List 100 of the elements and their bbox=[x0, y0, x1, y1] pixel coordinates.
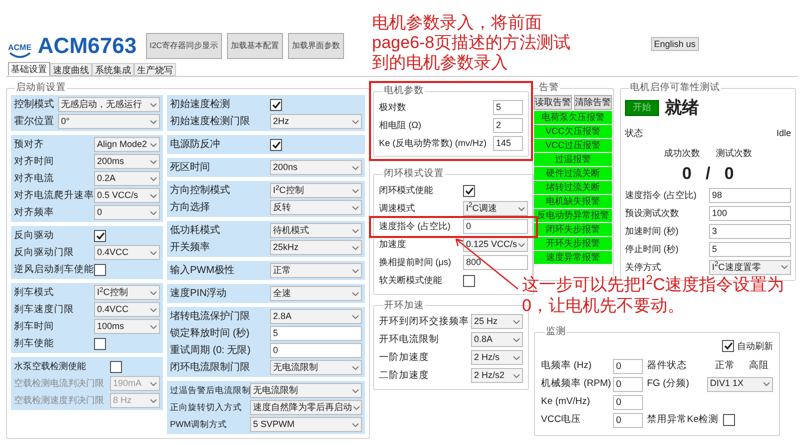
input-field[interactable]: 800 bbox=[463, 255, 528, 270]
dropdown[interactable]: 速度自然降为零后再启动 bbox=[250, 400, 362, 416]
field-label: 关停方式 bbox=[625, 260, 662, 274]
dropdown[interactable]: 5 SVPWM bbox=[250, 417, 362, 432]
state-text: 就绪 bbox=[665, 97, 699, 120]
input-field[interactable]: 100 bbox=[709, 206, 791, 221]
logo-mark: ACME bbox=[8, 44, 32, 52]
field-label: 过温告警后电流限制 bbox=[170, 384, 250, 398]
caret-icon bbox=[513, 374, 520, 378]
dropdown[interactable]: 反转 bbox=[270, 200, 362, 216]
checkbox[interactable] bbox=[94, 338, 106, 350]
dropdown[interactable]: 正常 bbox=[270, 263, 362, 278]
checkbox[interactable] bbox=[722, 414, 735, 426]
toolbar-button[interactable]: 加载基本配置 bbox=[227, 33, 284, 59]
dropdown[interactable]: 200ns bbox=[270, 160, 362, 176]
field-label: 电频率 (Hz) bbox=[541, 358, 593, 373]
dropdown[interactable]: 0.4VCC bbox=[94, 245, 160, 260]
input-field[interactable]: 145 bbox=[493, 136, 523, 151]
dropdown[interactable]: 0 bbox=[94, 205, 160, 220]
checkbox[interactable] bbox=[270, 138, 282, 151]
field-label: 开关频率 bbox=[170, 240, 211, 256]
dropdown[interactable]: 2.8A bbox=[270, 309, 362, 324]
field-label: 反向驱动 bbox=[14, 228, 55, 243]
input-field[interactable]: 0 bbox=[613, 376, 643, 392]
dropdown[interactable]: 25kHz bbox=[270, 240, 362, 256]
checkbox[interactable] bbox=[94, 264, 106, 276]
input-field[interactable]: 5 bbox=[709, 242, 791, 257]
dropdown[interactable]: I$^{2}$C调速 bbox=[463, 201, 528, 216]
dropdown[interactable]: 100ms bbox=[94, 319, 160, 334]
dropdown[interactable]: 无电流限制 bbox=[270, 360, 362, 376]
tab[interactable]: 系统集成 bbox=[92, 63, 134, 76]
field-label: 闭环电流限制门限 bbox=[170, 360, 251, 376]
group-title: 电机启停可靠性测试 bbox=[629, 81, 721, 95]
dropdown[interactable]: Align Mode2 bbox=[94, 137, 160, 152]
field-label: 电源防反冲 bbox=[170, 138, 221, 152]
input-field[interactable]: 5 bbox=[270, 326, 362, 342]
swoosh-icon bbox=[8, 52, 31, 59]
checkbox[interactable] bbox=[270, 98, 282, 111]
caret-icon bbox=[513, 338, 520, 342]
dropdown[interactable]: 0.8A bbox=[471, 332, 523, 348]
dropdown[interactable]: 待机模式 bbox=[270, 223, 362, 238]
field-label: 控制模式 bbox=[14, 98, 55, 112]
input-field[interactable]: 98 bbox=[709, 188, 791, 203]
dropdown[interactable]: 200ms bbox=[94, 154, 160, 170]
dropdown[interactable]: 0.125 VCC/s bbox=[463, 237, 528, 252]
alarm-button[interactable]: 清除告警 bbox=[574, 95, 612, 110]
dropdown[interactable]: 0.4VCC bbox=[94, 302, 160, 318]
field-label: 重试周期 (0: 无限) bbox=[170, 344, 252, 358]
alarm-indicator: 开环失步报警 bbox=[534, 237, 612, 250]
caret-icon bbox=[150, 120, 157, 124]
caret-icon bbox=[781, 265, 788, 270]
dropdown[interactable]: 2Hz bbox=[270, 114, 362, 130]
dropdown[interactable]: 0° bbox=[58, 114, 160, 130]
dropdown[interactable]: DIV1 1X bbox=[707, 376, 773, 392]
caret-icon bbox=[352, 228, 359, 233]
checkbox[interactable] bbox=[722, 340, 734, 352]
dropdown[interactable]: 2 Hz/s bbox=[471, 350, 523, 366]
dropdown[interactable]: 全速 bbox=[270, 286, 362, 302]
dropdown[interactable]: 0.5 VCC/s bbox=[94, 188, 160, 204]
input-field[interactable]: 5 bbox=[493, 100, 523, 115]
alarm-button[interactable]: 读取告警 bbox=[534, 95, 572, 110]
input-field[interactable]: 2 bbox=[493, 118, 523, 133]
dropdown[interactable]: 0.2A bbox=[94, 171, 160, 186]
language-button[interactable]: English us bbox=[651, 37, 699, 51]
tab[interactable]: 生产烧写 bbox=[134, 63, 176, 76]
input-field[interactable]: 0 bbox=[270, 343, 362, 358]
input-field[interactable]: 0 bbox=[613, 394, 643, 410]
field-label: 极对数 bbox=[379, 100, 407, 114]
dropdown[interactable]: 25 Hz bbox=[471, 314, 523, 330]
field-label: 对齐电流爬升速率 bbox=[14, 188, 94, 203]
checkbox[interactable] bbox=[463, 274, 475, 286]
toolbar-button[interactable]: 加载界面参数 bbox=[288, 33, 344, 59]
caret-icon bbox=[352, 292, 359, 296]
field-label: 刹车速度门限 bbox=[14, 302, 75, 317]
dropdown[interactable]: 2 Hz/s2 bbox=[471, 368, 523, 384]
tab[interactable]: 速度曲线 bbox=[50, 63, 92, 76]
caret-icon bbox=[352, 268, 359, 273]
dropdown[interactable]: I$^{2}$C控制 bbox=[94, 285, 160, 300]
count-separator: / bbox=[706, 162, 710, 185]
input-field[interactable]: 3 bbox=[709, 224, 791, 239]
checkbox[interactable] bbox=[463, 184, 475, 196]
caret-icon bbox=[150, 102, 157, 107]
field-label: 一阶加速度 bbox=[379, 350, 430, 365]
caret-icon bbox=[150, 142, 157, 147]
tab[interactable]: 基础设置 bbox=[8, 62, 50, 76]
product-logo: ACM6763 bbox=[38, 35, 137, 57]
field-label: 预对齐 bbox=[14, 138, 45, 152]
input-field[interactable]: 0 bbox=[463, 219, 528, 234]
dropdown[interactable]: 无感启动，无感运行 bbox=[58, 97, 160, 112]
input-field[interactable]: 0 bbox=[613, 412, 643, 428]
input-field[interactable]: 0 bbox=[613, 358, 643, 374]
checkbox[interactable] bbox=[110, 360, 122, 373]
toolbar-button[interactable]: I2C寄存器同步显示 bbox=[146, 33, 222, 59]
dropdown[interactable]: I$^{2}$C速度置零 bbox=[709, 260, 791, 275]
caret-icon bbox=[352, 314, 359, 319]
dropdown[interactable]: I$^{2}$C控制 bbox=[270, 183, 362, 198]
group-title: 闭环模式设置 bbox=[383, 167, 445, 182]
field-label: 霍尔位置 bbox=[14, 114, 55, 130]
checkbox[interactable] bbox=[94, 230, 106, 242]
dropdown[interactable]: 无电流限制 bbox=[250, 383, 362, 398]
